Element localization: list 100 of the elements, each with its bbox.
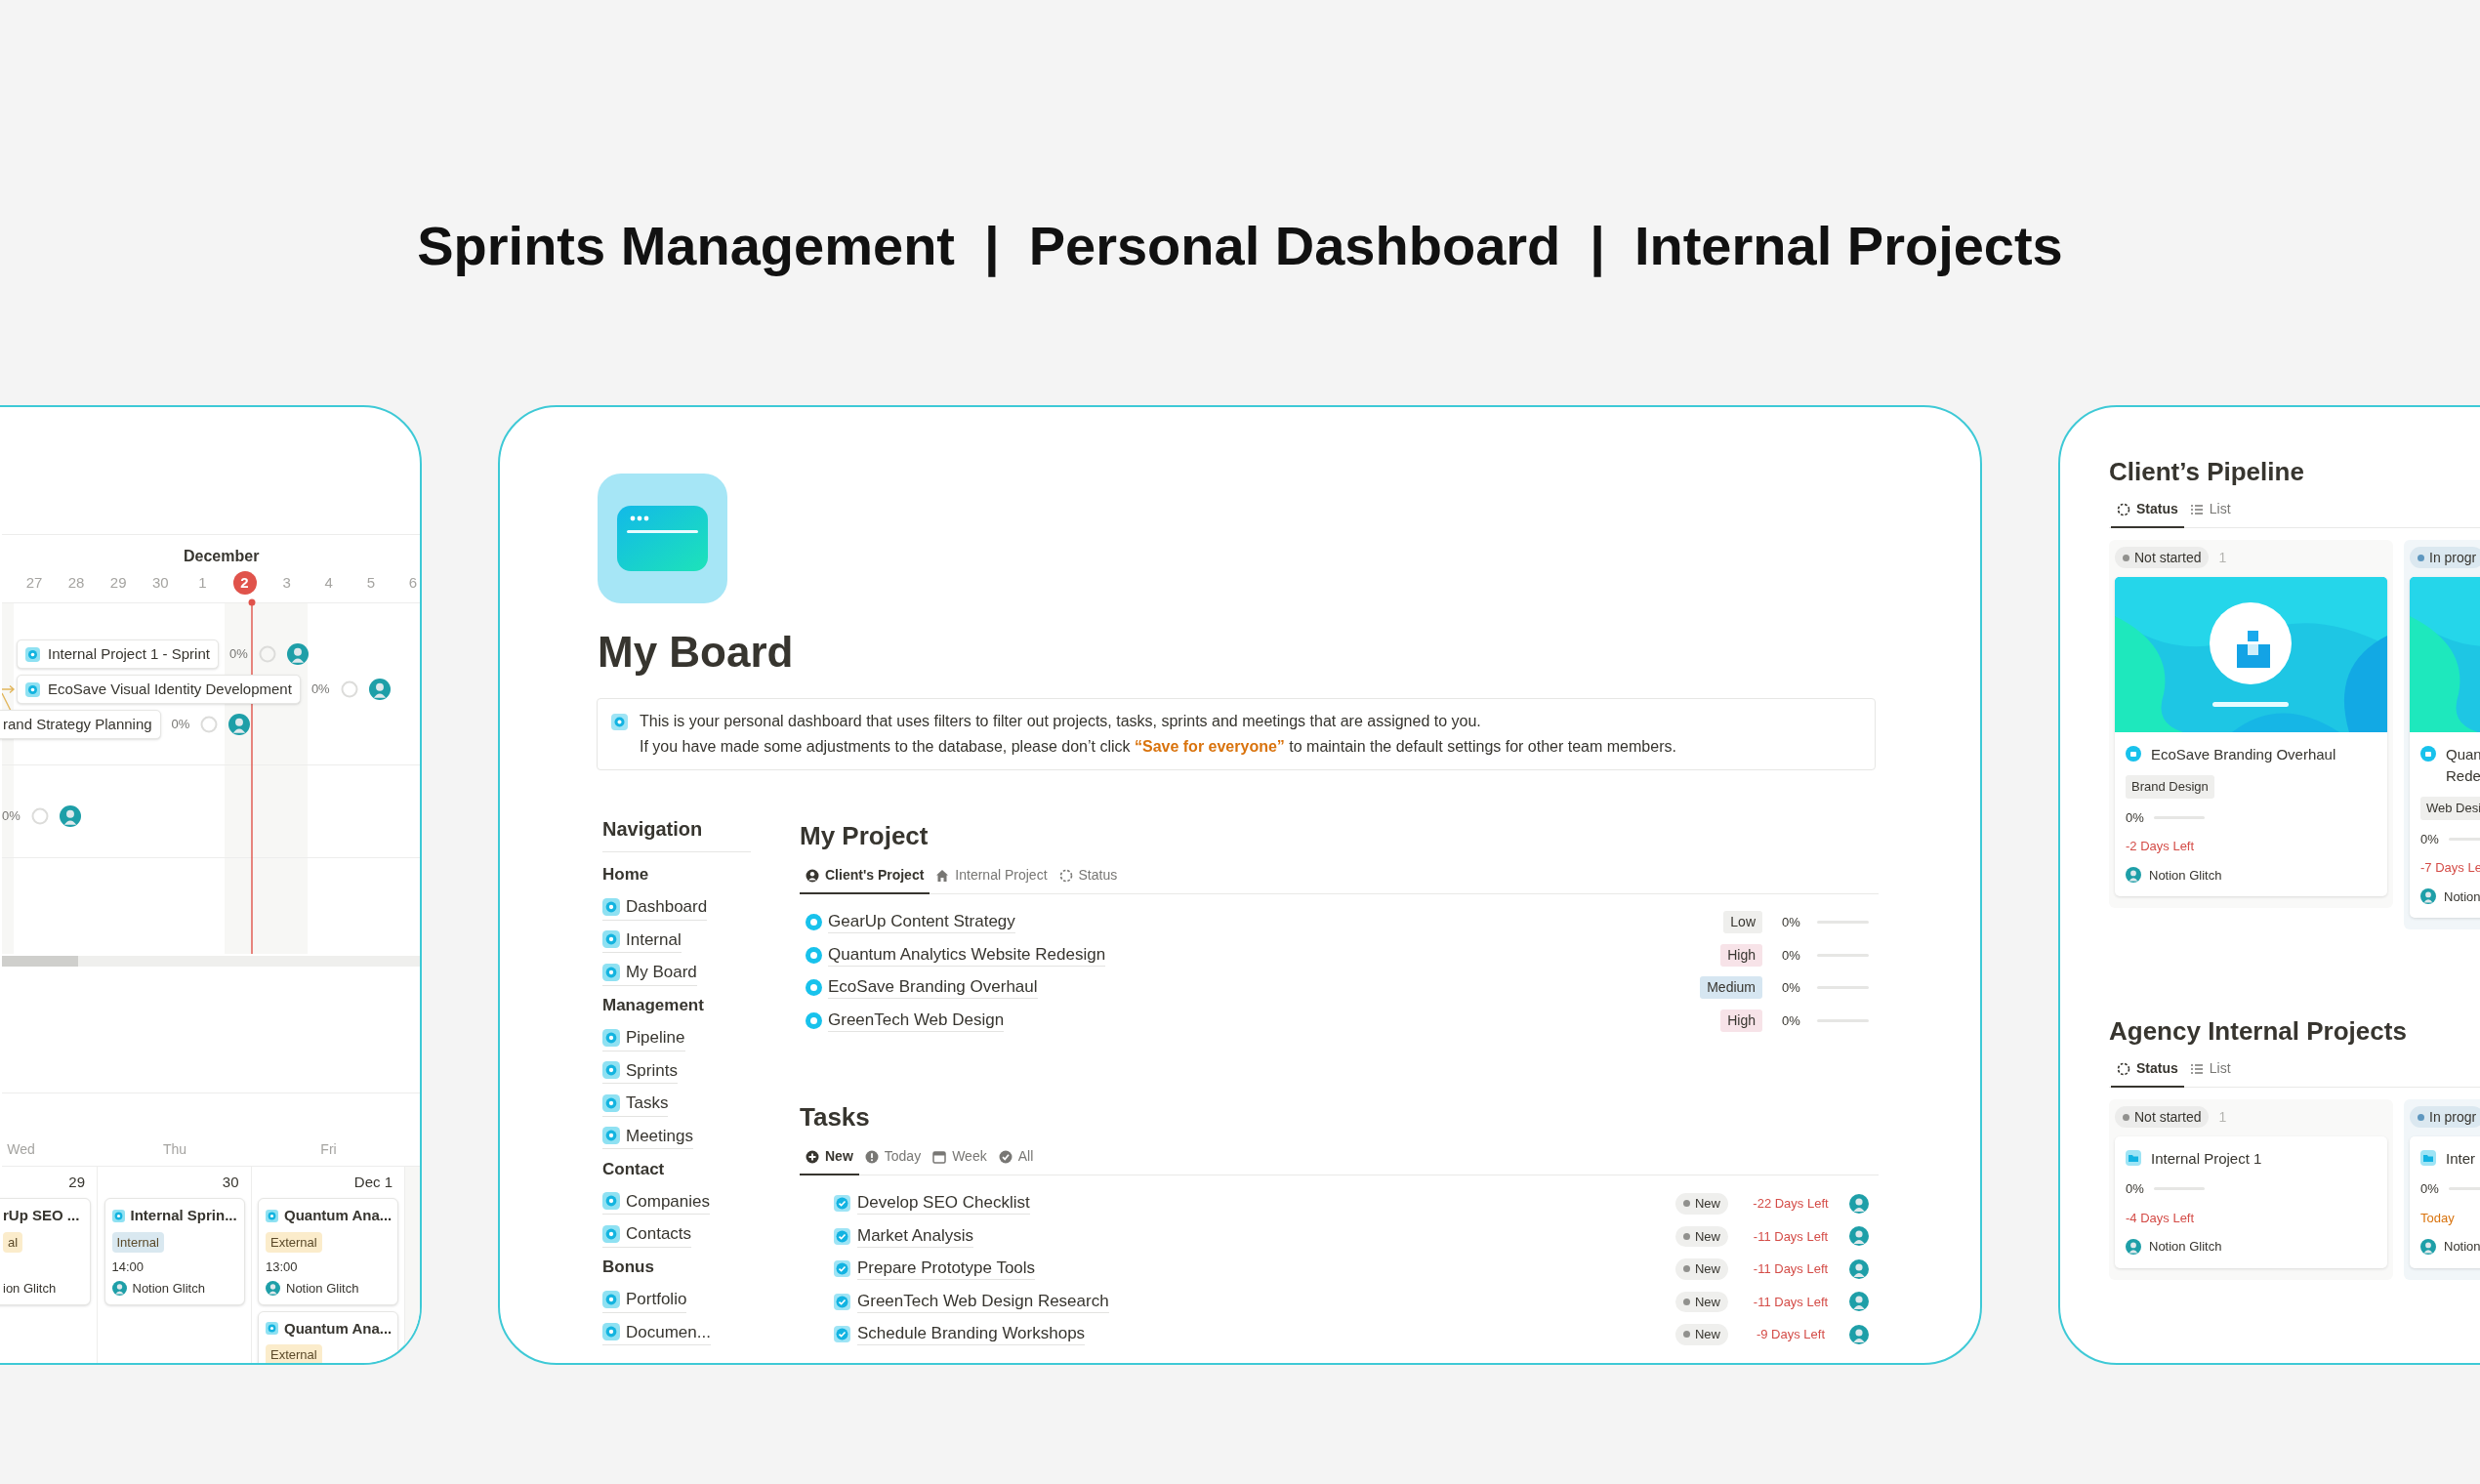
- task-link[interactable]: Market Analysis: [857, 1224, 974, 1248]
- tab[interactable]: Today: [858, 1146, 928, 1175]
- page-icon: [602, 930, 620, 949]
- task-link[interactable]: GreenTech Web Design Research: [857, 1290, 1109, 1313]
- progress-ring-icon: [30, 807, 49, 825]
- checkmark-icon: [834, 1293, 850, 1310]
- event-card[interactable]: Quantum Ana... External: [258, 1310, 398, 1363]
- project-link[interactable]: Quantum Analytics Website Redesign: [828, 943, 1106, 967]
- page-icon: [602, 897, 620, 916]
- date-number: 30: [222, 1174, 239, 1190]
- progress-text: 0%: [2, 807, 21, 826]
- task-link[interactable]: Prepare Prototype Tools: [857, 1257, 1036, 1281]
- tab[interactable]: Status: [2111, 1058, 2184, 1088]
- nav-link[interactable]: Meetings: [602, 1123, 693, 1149]
- nav-heading: Management: [602, 995, 704, 1016]
- separator: |: [1590, 214, 1605, 279]
- event-card[interactable]: Quantum Ana... External 13:00 Notion Glitch: [258, 1198, 398, 1305]
- nav-link[interactable]: My Board: [602, 960, 697, 986]
- weekday-label: Fri: [320, 1140, 337, 1159]
- timeline-bar[interactable]: rand Strategy Planning: [0, 710, 161, 739]
- timeline-bar[interactable]: EcoSave Visual Identity Development: [17, 675, 301, 704]
- nav-link[interactable]: Portfolio: [602, 1287, 687, 1313]
- exclamation-icon: [864, 1149, 879, 1164]
- board-card[interactable]: EcoSave Branding Overhaul Brand Design 0% -2 Days Left Notion Glitch: [2115, 577, 2387, 896]
- event-card[interactable]: rUp SEO ... al ion Glitch: [0, 1198, 91, 1305]
- nav-link[interactable]: Dashboard: [602, 894, 708, 921]
- count-text: 1: [2218, 1107, 2227, 1127]
- tab[interactable]: Status: [1053, 865, 1124, 894]
- event-card[interactable]: Internal Sprin... Internal 14:00 Notion Glitch: [103, 1198, 245, 1305]
- page-icon: [602, 1127, 620, 1145]
- page-icon: [602, 1061, 620, 1080]
- tab[interactable]: Client's Project: [800, 865, 930, 894]
- nav-heading: Contact: [602, 1158, 665, 1180]
- tab[interactable]: List: [2183, 1058, 2237, 1088]
- nav-link[interactable]: Sprints: [602, 1057, 678, 1084]
- page-icon: [602, 1224, 620, 1243]
- avatar-icon: [286, 643, 309, 665]
- nav-link[interactable]: Pipeline: [602, 1025, 685, 1051]
- board-card[interactable]: Internal Project 1 0% -4 Days Left Notion Glitch: [2115, 1136, 2387, 1268]
- tab[interactable]: New: [800, 1146, 859, 1175]
- avatar-icon: [368, 679, 391, 700]
- progress-ring-icon: [258, 645, 276, 663]
- event-tag: External: [266, 1231, 322, 1253]
- avatar-icon: [1849, 1258, 1869, 1279]
- nav-link[interactable]: Documen...: [602, 1319, 711, 1345]
- priority-tag: Medium: [1700, 976, 1762, 1000]
- progress-text: 0%: [228, 645, 248, 664]
- date-number: Dec 1: [353, 1174, 393, 1190]
- nav-title: Navigation: [602, 818, 703, 840]
- separator: |: [984, 214, 1000, 279]
- callout-text: This is your personal dashboard that uses filters to filter out projects, tasks, sprints and meetings that are assigned to you.: [640, 712, 1482, 731]
- avatar-icon: [1849, 1226, 1869, 1247]
- house-icon: [935, 868, 950, 883]
- project-icon: [2126, 746, 2141, 762]
- task-link[interactable]: Develop SEO Checklist: [857, 1192, 1030, 1216]
- date-number: 29: [68, 1174, 85, 1190]
- dashed-circle-icon: [2117, 502, 2130, 516]
- status-pill: In progr: [2410, 547, 2480, 568]
- avatar-icon: [2126, 867, 2141, 884]
- event-time: 14:00: [111, 1258, 145, 1274]
- due-text: Today: [2420, 1209, 2455, 1227]
- nav-link[interactable]: Contacts: [602, 1221, 692, 1248]
- tab[interactable]: All: [992, 1146, 1040, 1175]
- nav-link[interactable]: Companies: [602, 1188, 710, 1215]
- tab[interactable]: Week: [927, 1146, 993, 1175]
- project-icon: [806, 946, 822, 964]
- nav-link[interactable]: Tasks: [602, 1091, 669, 1117]
- avatar-icon: [228, 714, 251, 735]
- priority-tag: High: [1720, 1009, 1762, 1032]
- timeline-bar[interactable]: Internal Project 1 - Sprint: [17, 639, 219, 669]
- project-link[interactable]: GreenTech Web Design: [828, 1009, 1005, 1032]
- priority-tag: High: [1720, 943, 1762, 967]
- progress-text: 0%: [2126, 808, 2144, 827]
- day-number: 28: [66, 572, 86, 593]
- tab[interactable]: Internal Project: [930, 865, 1054, 894]
- day-number: 4: [323, 572, 334, 593]
- day-number: 1: [197, 572, 208, 593]
- task-link[interactable]: Schedule Branding Workshops: [857, 1323, 1086, 1346]
- progress-text: 0%: [1782, 979, 1801, 997]
- page-icon: [602, 1192, 620, 1211]
- month-label: December: [184, 547, 260, 566]
- event-title: Quantum Ana...: [284, 1206, 393, 1225]
- tab[interactable]: Status: [2111, 499, 2184, 528]
- due-text: -4 Days Left: [2126, 1209, 2195, 1227]
- board-card[interactable]: Inter 0% Today Notion: [2410, 1136, 2480, 1268]
- sprint-icon: [25, 646, 40, 662]
- status-pill: New: [1675, 1258, 1728, 1280]
- nav-heading: Bonus: [602, 1257, 654, 1278]
- progress-text: 0%: [2126, 1180, 2144, 1198]
- headline-text: Personal Dashboard: [1028, 214, 1561, 278]
- day-number: 3: [281, 572, 292, 593]
- project-link[interactable]: GearUp Content Strategy: [828, 911, 1015, 934]
- person-name: Notion Glitch: [132, 1280, 205, 1298]
- checkmark-icon: [834, 1227, 850, 1245]
- due-text: -11 Days Left: [1752, 1293, 1830, 1311]
- project-link[interactable]: EcoSave Branding Overhaul: [828, 976, 1038, 1000]
- nav-link[interactable]: Internal: [602, 927, 682, 953]
- scrollbar[interactable]: [2, 956, 420, 967]
- status-pill: Not started: [2115, 1106, 2210, 1128]
- tab[interactable]: List: [2183, 499, 2237, 528]
